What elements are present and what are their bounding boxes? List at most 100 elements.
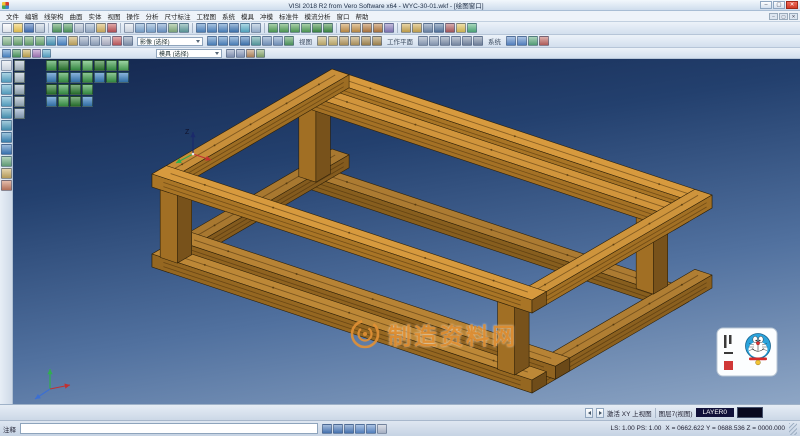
next-view-icon[interactable]	[273, 36, 283, 46]
lock-status-icon[interactable]	[377, 424, 387, 434]
menu-item-6[interactable]: 视图	[105, 11, 124, 21]
print-icon[interactable]	[35, 23, 45, 33]
child-minimize-button[interactable]	[769, 13, 778, 20]
zoom-out-icon[interactable]	[146, 23, 156, 33]
polyline-icon[interactable]	[312, 23, 322, 33]
polar-toggle-icon[interactable]	[70, 84, 81, 95]
close-button[interactable]	[786, 1, 798, 9]
mirror-icon[interactable]	[384, 23, 394, 33]
measure-icon[interactable]	[401, 23, 411, 33]
spline-icon[interactable]	[323, 23, 333, 33]
open-icon[interactable]	[13, 23, 23, 33]
macro-icon[interactable]	[440, 36, 450, 46]
arc-tool-icon[interactable]	[1, 96, 12, 107]
osnap-toggle-icon[interactable]	[46, 96, 57, 107]
standard-parts-icon[interactable]	[236, 49, 245, 58]
trim-icon[interactable]	[362, 23, 372, 33]
options-icon[interactable]	[418, 36, 428, 46]
menu-item-13[interactable]: 冲模	[257, 11, 276, 21]
ortho-status-icon[interactable]	[344, 424, 354, 434]
layer-badge[interactable]: LAYER0	[696, 408, 734, 417]
arc-icon[interactable]	[279, 23, 289, 33]
filter-line-icon[interactable]	[24, 36, 34, 46]
nav-home-icon[interactable]	[14, 108, 25, 119]
ejector-icon[interactable]	[246, 49, 255, 58]
color-picker-icon[interactable]	[112, 36, 122, 46]
layers-icon[interactable]	[434, 23, 444, 33]
snap-center-icon[interactable]	[70, 72, 81, 83]
insert-component-icon[interactable]	[32, 49, 41, 58]
workplane-rotate-icon[interactable]	[350, 36, 360, 46]
section-view-icon[interactable]	[82, 60, 93, 71]
snap-tangent-icon[interactable]	[118, 72, 129, 83]
filter-mask-icon[interactable]	[68, 36, 78, 46]
about-icon[interactable]	[517, 36, 527, 46]
clip-plane-icon[interactable]	[94, 60, 105, 71]
dimension-icon[interactable]	[412, 23, 422, 33]
circle-icon[interactable]	[290, 23, 300, 33]
circle-tool-icon[interactable]	[1, 108, 12, 119]
menu-item-17[interactable]: 帮助	[353, 11, 372, 21]
grid-status-icon[interactable]	[333, 424, 343, 434]
core-icon[interactable]	[22, 49, 31, 58]
menu-item-1[interactable]: 文件	[3, 11, 22, 21]
linestyle-icon[interactable]	[123, 36, 133, 46]
lighting-icon[interactable]	[118, 60, 129, 71]
dynamic-rotate-icon[interactable]	[251, 36, 261, 46]
wireframe-icon[interactable]	[251, 23, 261, 33]
line-tool-icon[interactable]	[1, 84, 12, 95]
render-icon[interactable]	[467, 23, 477, 33]
update-icon[interactable]	[528, 36, 538, 46]
menu-item-14[interactable]: 标准件	[276, 11, 302, 21]
save-icon[interactable]	[24, 23, 34, 33]
cavity-icon[interactable]	[12, 49, 21, 58]
nav-left-icon[interactable]	[14, 84, 25, 95]
tracking-toggle-icon[interactable]	[82, 84, 93, 95]
attributes-icon[interactable]	[101, 36, 111, 46]
material-icon[interactable]	[445, 23, 455, 33]
menu-item-10[interactable]: 工程图	[194, 11, 220, 21]
view-xy-icon[interactable]	[207, 36, 217, 46]
menu-item-11[interactable]: 系统	[219, 11, 238, 21]
snap-quadrant-icon[interactable]	[82, 72, 93, 83]
model-toggle-icon[interactable]	[82, 96, 93, 107]
redo-icon[interactable]	[63, 23, 73, 33]
solid-tool-icon[interactable]	[1, 144, 12, 155]
curve-tool-icon[interactable]	[1, 120, 12, 131]
rectangle-icon[interactable]	[301, 23, 311, 33]
child-restore-button[interactable]	[779, 13, 788, 20]
copy-icon[interactable]	[85, 23, 95, 33]
surface-tool-icon[interactable]	[1, 132, 12, 143]
shaded-icon[interactable]	[240, 23, 250, 33]
units-icon[interactable]	[429, 36, 439, 46]
menu-item-3[interactable]: 线架构	[41, 11, 67, 21]
cut-icon[interactable]	[74, 23, 84, 33]
view-yz-icon[interactable]	[229, 36, 239, 46]
ortho-toggle-icon[interactable]	[58, 84, 69, 95]
lineweight-toggle-icon[interactable]	[70, 96, 81, 107]
selection-filter-combo[interactable]: 影像 (选择)	[137, 37, 203, 46]
resize-grip[interactable]	[789, 423, 797, 435]
point-tool-icon[interactable]	[1, 72, 12, 83]
menu-item-2[interactable]: 编辑	[22, 11, 41, 21]
snap-intersect-icon[interactable]	[94, 72, 105, 83]
menu-item-8[interactable]: 分析	[143, 11, 162, 21]
previous-view-icon[interactable]	[262, 36, 272, 46]
refresh-view-icon[interactable]	[284, 36, 294, 46]
workplane-align-icon[interactable]	[328, 36, 338, 46]
mold-base-icon[interactable]	[2, 49, 11, 58]
view-axon-icon[interactable]	[240, 36, 250, 46]
dynamic-input-icon[interactable]	[58, 96, 69, 107]
filter-surface-icon[interactable]	[46, 36, 56, 46]
filter-arc-icon[interactable]	[35, 36, 45, 46]
menu-item-4[interactable]: 曲面	[67, 11, 86, 21]
paste-icon[interactable]	[96, 23, 106, 33]
maximize-button[interactable]	[773, 1, 785, 9]
transform-tool-icon[interactable]	[1, 156, 12, 167]
menu-item-7[interactable]: 操作	[124, 11, 143, 21]
erase-tool-icon[interactable]	[1, 180, 12, 191]
help-icon[interactable]	[506, 36, 516, 46]
minimize-button[interactable]	[760, 1, 772, 9]
database-icon[interactable]	[473, 36, 483, 46]
select-icon[interactable]	[124, 23, 134, 33]
